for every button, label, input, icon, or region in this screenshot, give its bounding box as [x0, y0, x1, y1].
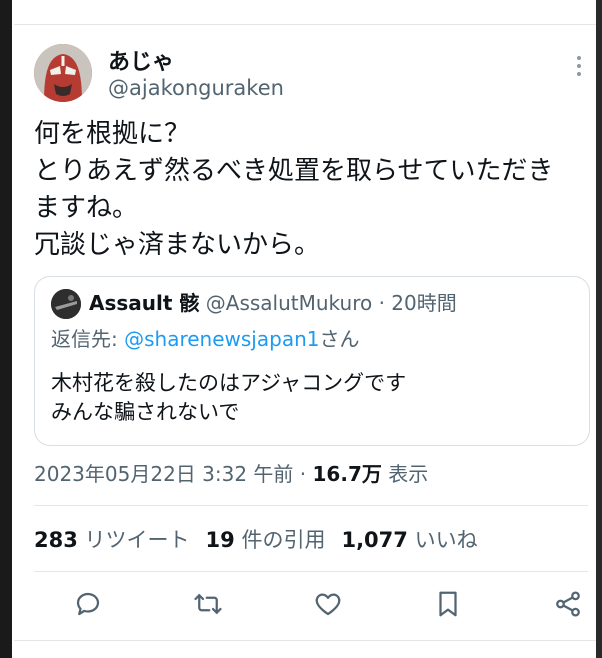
quotes-label: 件の引用	[234, 528, 326, 552]
reply-mention-link[interactable]: @sharenewsjapan1	[124, 327, 319, 351]
retweets-count: 283	[34, 528, 78, 552]
reply-icon[interactable]	[70, 586, 106, 622]
quotes-stat[interactable]: 19 件の引用	[206, 528, 326, 552]
divider	[14, 24, 596, 25]
action-bar	[34, 586, 588, 626]
divider	[14, 640, 596, 641]
tweet-line: 何を根拠に？	[34, 119, 191, 149]
more-options-icon[interactable]	[576, 56, 582, 78]
likes-count: 1,077	[341, 528, 408, 552]
quote-line: 木村花を殺したのはアジャコングです	[51, 371, 407, 395]
views-count: 16.7万	[312, 462, 382, 486]
tweet-line: とりあえず然るべき処置を取らせていただき	[34, 156, 554, 186]
divider	[34, 571, 588, 572]
background-right	[596, 0, 602, 658]
tweet-meta: 2023年05月22日 3:32 午前 · 16.7万 表示	[34, 458, 428, 487]
quote-avatar[interactable]	[51, 289, 81, 319]
quote-line: みんな騙されないで	[51, 400, 240, 424]
engagement-stats: 283 リツイート 19 件の引用 1,077 いいね	[34, 524, 478, 554]
quote-display-name[interactable]: Assault 骸	[89, 291, 199, 315]
tweet-line: 冗談じゃ済まないから。	[34, 230, 321, 260]
reply-to-line: 返信先: @sharenewsjapan1さん	[51, 323, 359, 352]
reply-suffix: さん	[319, 327, 360, 351]
share-icon[interactable]	[550, 586, 586, 622]
retweets-stat[interactable]: 283 リツイート	[34, 528, 190, 552]
tweet-text: 何を根拠に？ とりあえず然るべき処置を取らせていただき ますね。 冗談じゃ済まな…	[34, 116, 594, 264]
separator: ·	[293, 462, 313, 486]
retweet-icon[interactable]	[190, 586, 226, 622]
likes-label: いいね	[407, 528, 478, 552]
user-handle[interactable]: @ajakonguraken	[108, 76, 284, 100]
timestamp-link[interactable]: 2023年05月22日 3:32 午前	[34, 462, 293, 486]
avatar[interactable]	[34, 44, 92, 102]
quote-text: 木村花を殺したのはアジャコングです みんな騙されないで	[51, 369, 406, 427]
tweet-line: ますね。	[34, 193, 139, 223]
bookmark-icon[interactable]	[430, 586, 466, 622]
reply-prefix: 返信先:	[51, 327, 125, 351]
divider	[34, 505, 588, 506]
quote-time: · 20時間	[372, 291, 457, 315]
quote-handle[interactable]: @AssalutMukuro	[206, 291, 372, 315]
quote-header: Assault 骸 @AssalutMukuro · 20時間	[89, 289, 457, 317]
background-left	[0, 0, 12, 658]
quoted-tweet[interactable]: Assault 骸 @AssalutMukuro · 20時間 返信先: @sh…	[34, 276, 590, 446]
likes-stat[interactable]: 1,077 いいね	[341, 528, 477, 552]
views-label: 表示	[381, 462, 429, 486]
tweet-card: あじゃ @ajakonguraken 何を根拠に？ とりあえず然るべき処置を取ら…	[14, 0, 596, 658]
retweets-label: リツイート	[77, 528, 190, 552]
like-icon[interactable]	[310, 586, 346, 622]
display-name[interactable]: あじゃ	[108, 44, 174, 76]
quotes-count: 19	[205, 528, 235, 552]
